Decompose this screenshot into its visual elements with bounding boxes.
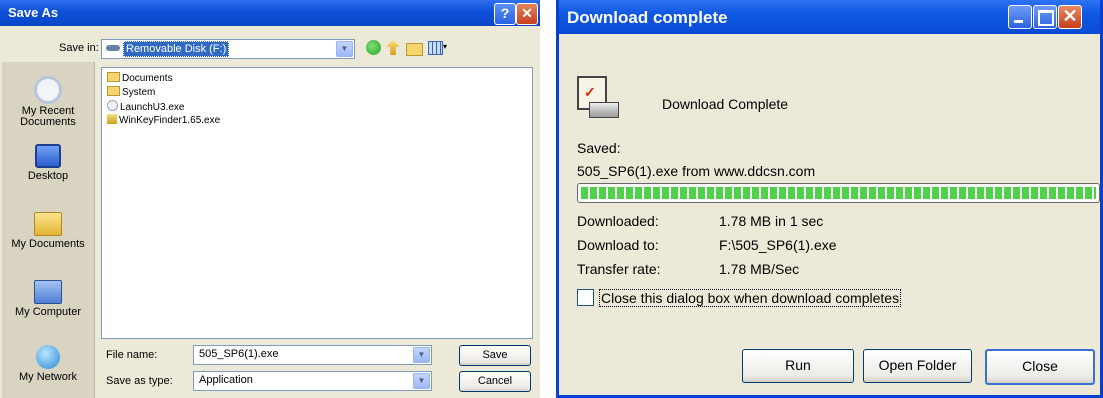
key-icon [107,114,117,124]
new-folder-icon[interactable] [406,43,423,56]
minimize-icon [1014,20,1023,23]
list-item[interactable]: Documents [107,72,173,85]
close-on-complete-checkbox[interactable] [577,289,594,306]
progress-fill [581,187,1096,199]
file-name: WinKeyFinder1.65.exe [119,115,221,126]
minimize-button[interactable] [1008,5,1032,29]
up-folder-icon[interactable] [386,40,400,55]
downloaded-value: 1.78 MB in 1 sec [719,213,824,229]
cancel-button[interactable]: Cancel [459,371,531,392]
back-icon[interactable] [366,40,381,55]
views-menu-icon[interactable] [428,41,443,55]
transfer-rate-label: Transfer rate: [577,261,661,277]
file-list[interactable]: Documents System LaunchU3.exe WinKeyFind… [101,67,533,339]
run-button[interactable]: Run [742,349,854,383]
place-label: My Computer [14,306,82,318]
download-to-label: Download to: [577,237,659,253]
close-on-complete-label[interactable]: Close this dialog box when download comp… [599,289,902,307]
list-item[interactable]: WinKeyFinder1.65.exe [107,114,220,127]
chevron-down-icon[interactable]: ▼ [413,347,430,363]
save-in-label: Save in: [59,42,99,54]
save-as-type-label: Save as type: [106,375,173,387]
desktop-icon [35,144,61,168]
maximize-icon [1038,10,1054,26]
close-button[interactable]: ✕ [516,3,538,25]
download-heading: Download Complete [662,96,789,112]
place-my-documents[interactable]: My Documents [2,212,94,250]
chevron-down-icon[interactable]: ▼ [336,41,353,57]
save-button[interactable]: Save [459,345,531,366]
chevron-down-icon[interactable]: ▼ [413,373,430,389]
recent-documents-icon [34,76,62,104]
save-as-type-value: Application [199,374,253,386]
file-name-value: 505_SP6(1).exe [199,348,279,360]
file-name: LaunchU3.exe [120,102,185,113]
place-recent-documents[interactable]: My Recent Documents [2,76,94,128]
list-item[interactable]: System [107,86,155,99]
file-name-field[interactable]: 505_SP6(1).exe ▼ [193,345,432,365]
download-title: Download complete [567,8,728,27]
save-as-title: Save As [8,5,59,20]
exe-icon [107,100,118,111]
help-button[interactable]: ? [494,3,516,25]
save-as-type-dropdown[interactable]: Application ▼ [193,371,432,391]
my-network-icon [36,345,60,369]
place-label: My Recent Documents [20,105,76,128]
saved-label: Saved: [577,140,621,156]
drive-icon [589,102,619,118]
close-dialog-button[interactable]: Close [985,349,1095,385]
saved-value: 505_SP6(1).exe from www.ddcsn.com [577,163,816,179]
my-computer-icon [34,280,62,304]
download-titlebar[interactable]: Download complete ✕ [559,0,1100,34]
list-item[interactable]: LaunchU3.exe [107,100,185,113]
transfer-rate-value: 1.78 MB/Sec [719,261,800,277]
maximize-button[interactable] [1033,5,1057,29]
downloaded-label: Downloaded: [577,213,659,229]
folder-icon [107,86,120,96]
place-label: Desktop [27,170,69,182]
file-name: System [122,87,156,98]
drive-icon [106,45,120,51]
place-label: My Documents [11,238,85,250]
file-name-label: File name: [106,349,158,361]
download-complete-dialog: Download complete ✕ ✓ Download Complete … [556,0,1103,398]
places-bar: My Recent Documents Desktop My Documents… [2,62,95,398]
save-in-dropdown[interactable]: Removable Disk (F:) ▼ [101,39,355,59]
progress-bar [577,183,1100,203]
folder-icon [107,72,120,82]
place-label: My Network [18,371,78,383]
close-button[interactable]: ✕ [1058,5,1082,29]
views-dropdown-chevron-icon[interactable]: ▾ [443,42,447,51]
file-name: Documents [122,73,173,84]
download-to-value: F:\505_SP6(1).exe [719,237,837,253]
open-folder-button[interactable]: Open Folder [863,349,972,383]
checkmark-icon: ✓ [584,84,596,100]
save-as-dialog: Save As ? ✕ Save in: Removable Disk (F:)… [0,0,540,398]
save-in-value: Removable Disk (F:) [123,41,230,57]
save-as-titlebar[interactable]: Save As ? ✕ [0,0,540,26]
place-my-computer[interactable]: My Computer [2,280,94,318]
place-desktop[interactable]: Desktop [2,144,94,182]
my-documents-icon [34,212,62,236]
place-my-network[interactable]: My Network [2,345,94,383]
